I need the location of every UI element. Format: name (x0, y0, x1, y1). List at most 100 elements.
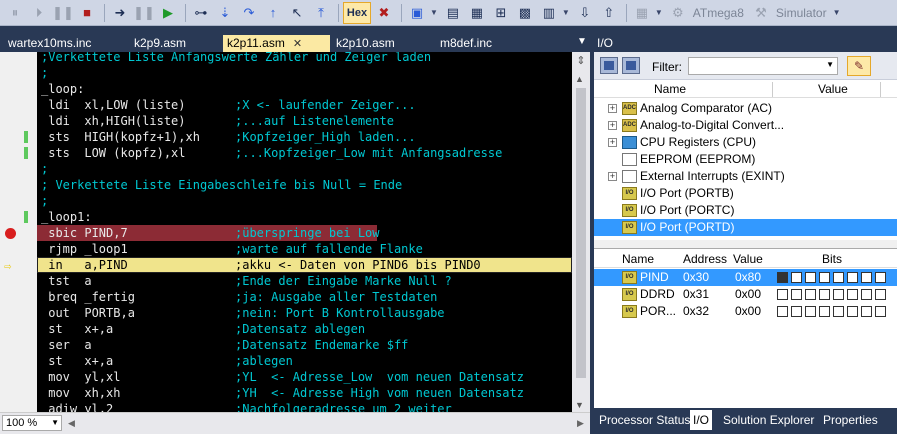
code-line[interactable]: ser a ;Datensatz Endemarke $ff (0, 337, 572, 353)
split-icon[interactable]: ⇕ (575, 54, 587, 68)
disable-breakpoints-button[interactable]: ✖ (373, 2, 395, 24)
bit-checkbox[interactable] (875, 306, 886, 317)
code-line[interactable]: ; (0, 193, 572, 209)
register-value[interactable]: 0x00 (735, 286, 761, 303)
io-window-button[interactable]: ⊞ (490, 2, 512, 24)
vertical-scrollbar[interactable]: ⇕ ▲ ▼ (572, 52, 590, 412)
code-line[interactable]: out PORTB,a ;nein: Port B Kontrollausgabe (0, 305, 572, 321)
bit-checkbox[interactable] (833, 289, 844, 300)
code-line[interactable]: _loop: (0, 81, 572, 97)
upload-chip-icon[interactable]: ⇧ (598, 2, 620, 24)
step-back-icon[interactable]: ⏵ (28, 2, 50, 24)
tree-item[interactable]: I/O I/O Port (PORTB) (594, 185, 897, 202)
bit-checkbox[interactable] (791, 289, 802, 300)
code-line[interactable]: ldi xh,HIGH(liste) ;...auf Listenelemente (0, 113, 572, 129)
breakpoint-icon[interactable] (5, 228, 16, 239)
device-programming-button[interactable]: ▣ (406, 2, 428, 24)
glasses-icon[interactable]: ⊶ (190, 2, 212, 24)
reg-header-bits[interactable]: Bits (822, 252, 842, 266)
tool-label[interactable]: Simulator (776, 6, 827, 20)
code-line[interactable]: rjmp _loop1 ;warte auf fallende Flanke (0, 241, 572, 257)
expand-icon[interactable]: + (608, 138, 617, 147)
zoom-select[interactable]: 100 % ▼ (2, 415, 62, 431)
device-label[interactable]: ATmega8 (693, 6, 744, 20)
clear-filter-icon[interactable]: ✎ (847, 56, 871, 76)
chevron-down-icon[interactable]: ▼ (655, 8, 663, 17)
code-line[interactable]: mov yl,xl ;YL <- Adresse_Low vom neuen Da… (0, 369, 572, 385)
scroll-left-icon[interactable]: ◀ (68, 418, 75, 429)
step-out-button[interactable]: ↑ (262, 2, 284, 24)
scroll-right-icon[interactable]: ▶ (577, 418, 584, 429)
code-line[interactable]: ⇨ in a,PIND ;akku <- Daten von PIND6 bis … (0, 257, 572, 273)
tree-item[interactable]: I/O I/O Port (PORTC) (594, 202, 897, 219)
tree-item[interactable]: + ADC Analog-to-Digital Convert... (594, 117, 897, 134)
bit-checkbox[interactable] (819, 272, 830, 283)
pause-icon[interactable]: ❚❚ (52, 2, 74, 24)
code-line[interactable]: _loop1: (0, 209, 572, 225)
reg-header-name[interactable]: Name (622, 252, 654, 266)
register-row[interactable]: I/O PIND 0x30 0x80 (594, 269, 897, 286)
processor-view-button[interactable]: ▥ (538, 2, 560, 24)
code-line[interactable]: tst a ;Ende der Eingabe Marke Null ? (0, 273, 572, 289)
register-value[interactable]: 0x00 (735, 303, 761, 320)
code-line[interactable]: sts LOW (kopfz),xl ;...Kopfzeiger_Low mit… (0, 145, 572, 161)
tab-wartex10ms[interactable]: wartex10ms.inc (4, 35, 95, 52)
reg-header-address[interactable]: Address (683, 252, 727, 266)
set-next-statement-button[interactable]: ⤒ (310, 2, 332, 24)
code-line[interactable]: ldi xl,LOW (liste) ;X <- laufender Zeiger… (0, 97, 572, 113)
tab-io[interactable]: I/O (690, 410, 713, 430)
scroll-thumb[interactable] (576, 88, 586, 378)
code-editor[interactable]: ;Verkettete Liste Anfangswerte Zähler un… (0, 52, 590, 412)
code-line[interactable]: st x+,a ;ablegen (0, 353, 572, 369)
break-all-button[interactable]: ❚❚ (133, 2, 155, 24)
code-line[interactable]: mov xh,xh ;YH <- Adresse High vom neuen D… (0, 385, 572, 401)
tree-header-name[interactable]: Name (654, 82, 686, 96)
register-row[interactable]: I/O DDRD 0x31 0x00 (594, 286, 897, 303)
step-into-button[interactable]: ⇣ (214, 2, 236, 24)
tree-item[interactable]: I/O I/O Port (PORTD) (594, 219, 897, 236)
bit-checkbox[interactable] (875, 289, 886, 300)
column-separator[interactable] (772, 82, 773, 97)
tree-scrollbar[interactable] (594, 240, 897, 248)
bit-checkbox[interactable] (847, 289, 858, 300)
chip-icon[interactable]: ▩ (514, 2, 536, 24)
expand-icon[interactable]: + (608, 121, 617, 130)
code-line[interactable]: sts HIGH(kopfz+1),xh ;Kopfzeiger_High lad… (0, 129, 572, 145)
tab-processor-status[interactable]: Processor Status (596, 410, 693, 430)
tab-m8def[interactable]: m8def.inc (436, 35, 496, 52)
code-line[interactable]: breq _fertig ;ja: Ausgabe aller Testdaten (0, 289, 572, 305)
tab-overflow-icon[interactable]: ▼ (577, 36, 587, 47)
code-line[interactable]: st x+,a ;Datensatz ablegen (0, 321, 572, 337)
bit-checkbox[interactable] (805, 272, 816, 283)
chevron-down-icon[interactable]: ▼ (562, 8, 570, 17)
scroll-up-icon[interactable]: ▲ (575, 74, 584, 84)
code-line[interactable]: ; Verkettete Liste Eingabeschleife bis N… (0, 177, 572, 193)
bit-checkbox[interactable] (819, 289, 830, 300)
bit-checkbox[interactable] (847, 306, 858, 317)
bit-checkbox[interactable] (791, 306, 802, 317)
bit-checkbox[interactable] (777, 272, 788, 283)
bit-checkbox[interactable] (777, 306, 788, 317)
tree-item[interactable]: + ADC Analog Comparator (AC) (594, 100, 897, 117)
stop-debugging-button[interactable]: ■ (76, 2, 98, 24)
bit-checkbox[interactable] (805, 289, 816, 300)
column-separator[interactable] (880, 82, 881, 97)
bit-checkbox[interactable] (861, 306, 872, 317)
bit-checkbox[interactable] (875, 272, 886, 283)
chevron-down-icon[interactable]: ▼ (430, 8, 438, 17)
expand-icon[interactable]: + (608, 172, 617, 181)
bit-checkbox[interactable] (791, 272, 802, 283)
bit-checkbox[interactable] (861, 289, 872, 300)
device-select-icon[interactable]: ⚙ (667, 2, 689, 24)
register-row[interactable]: I/O POR... 0x32 0x00 (594, 303, 897, 320)
tree-item[interactable]: + CPU Registers (CPU) (594, 134, 897, 151)
register-value[interactable]: 0x80 (735, 269, 761, 286)
code-line[interactable]: ;Verkettete Liste Anfangswerte Zähler un… (0, 52, 572, 65)
tab-k2p9[interactable]: k2p9.asm (130, 35, 190, 52)
reg-header-value[interactable]: Value (733, 252, 763, 266)
chevron-down-icon[interactable]: ▼ (833, 8, 841, 17)
tree-header-value[interactable]: Value (818, 82, 848, 96)
tool-select-icon[interactable]: ⚒ (750, 2, 772, 24)
tab-properties[interactable]: Properties (820, 410, 881, 430)
tab-solution-explorer[interactable]: Solution Explorer (720, 410, 817, 430)
